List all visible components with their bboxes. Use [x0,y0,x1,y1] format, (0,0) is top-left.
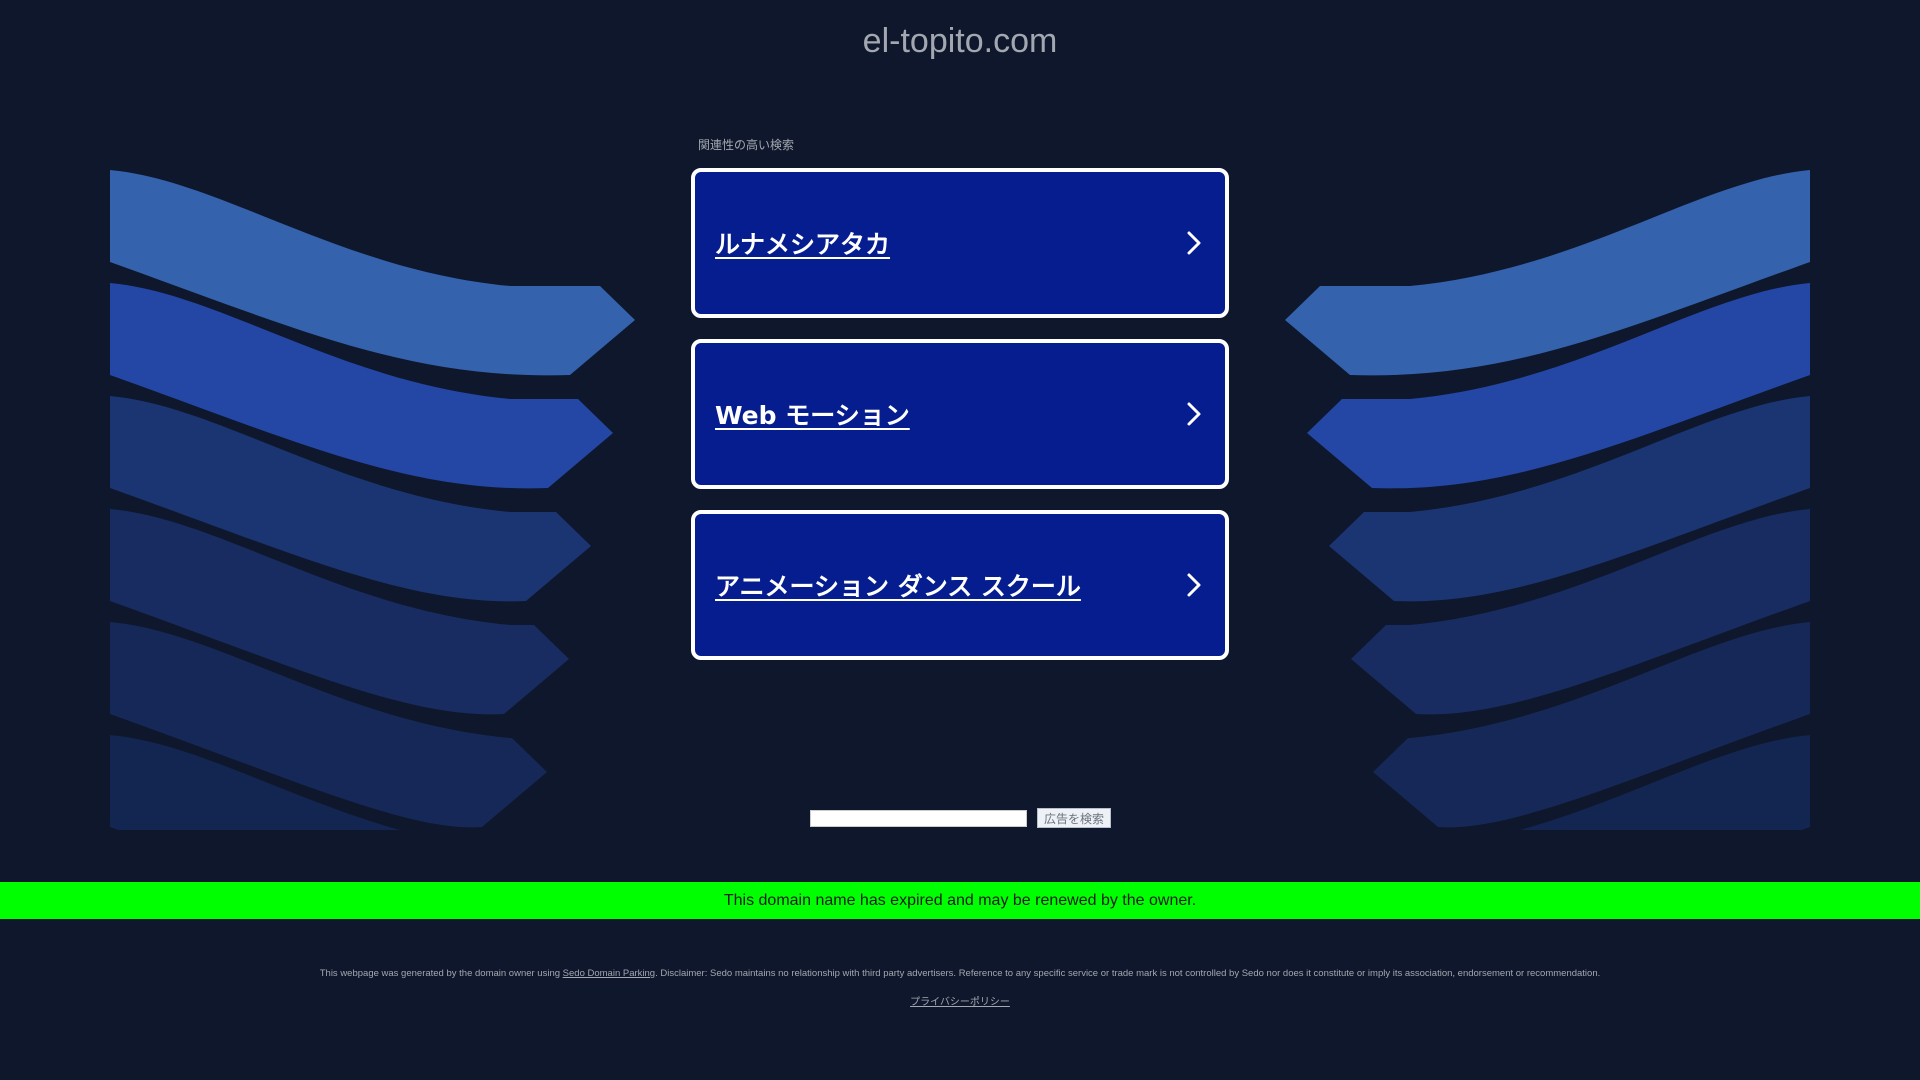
footer-disclaimer: This webpage was generated by the domain… [0,968,1920,979]
related-search-card[interactable]: Web モーション [691,339,1229,489]
chevron-right-icon [1187,402,1201,426]
chevron-right-icon [1187,573,1201,597]
related-searches-list: ルナメシアタカ Web モーション アニメーション ダンス スクール [691,168,1229,681]
parked-domain-page: el-topito.com 関連性の高い検索 ルナメシアタカ Web モーション… [0,0,1920,1080]
disclaimer-prefix: This webpage was generated by the domain… [319,968,563,979]
related-searches-label: 関連性の高い検索 [698,138,795,152]
sedo-parking-link[interactable]: Sedo Domain Parking [563,968,655,979]
right-wing-decoration [1285,170,1810,830]
related-search-link[interactable]: ルナメシアタカ [715,225,890,261]
privacy-policy-link[interactable]: プライバシーポリシー [910,997,1010,1008]
related-search-link[interactable]: Web モーション [715,396,910,432]
domain-title: el-topito.com [862,22,1058,60]
ad-search-button[interactable]: 広告を検索 [1037,808,1112,828]
chevron-right-icon [1187,231,1201,255]
disclaimer-text: . Disclaimer: Sedo maintains no relation… [655,968,1601,979]
footer-privacy: プライバシーポリシー [0,993,1920,1008]
related-search-card[interactable]: アニメーション ダンス スクール [691,510,1229,660]
ad-search-form: 広告を検索 [810,808,1112,828]
domain-expired-banner: This domain name has expired and may be … [0,882,1920,919]
left-wing-decoration [110,170,635,830]
related-search-link[interactable]: アニメーション ダンス スクール [715,567,1081,603]
related-search-card[interactable]: ルナメシアタカ [691,168,1229,318]
ad-search-input[interactable] [810,809,1027,827]
